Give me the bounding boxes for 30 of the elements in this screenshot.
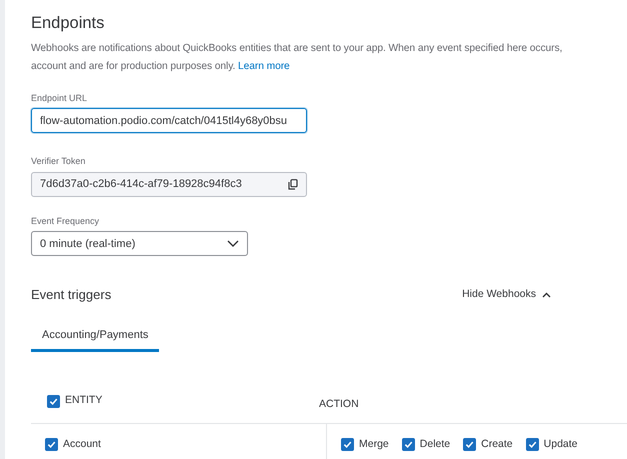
checkbox[interactable] — [526, 438, 539, 451]
copy-icon[interactable] — [288, 178, 298, 190]
frequency-dropdown[interactable]: 0 minute (real-time) — [31, 231, 248, 256]
page-title: Endpoints — [31, 14, 106, 34]
section-title: Event triggers — [31, 286, 112, 304]
checkbox[interactable] — [402, 438, 415, 451]
column-header: ACTION — [319, 397, 359, 412]
field-label: Endpoint URL — [31, 92, 88, 105]
column-header: ENTITY — [65, 393, 102, 408]
tab[interactable]: Accounting/Payments — [31, 326, 160, 352]
action-label: Update — [544, 436, 578, 452]
description-text: account and are for production purposes only. Learn more — [31, 60, 291, 74]
action-label: Merge — [359, 436, 389, 452]
checkbox[interactable] — [47, 394, 60, 408]
hide-webhooks-button[interactable]: Hide Webhooks — [462, 287, 551, 303]
chevron-down-icon — [227, 240, 239, 248]
field-label: Event Frequency — [31, 214, 100, 228]
action-label: Create — [481, 436, 513, 452]
entity-label: Account — [63, 437, 101, 452]
token-value: 7d6d37a0-c2b6-414c-af79-18928c94f8c3 — [40, 177, 242, 192]
description-text: Webhooks are notifications about QuickBooks entities that are sent to your app. When any event specified here occurs, — [31, 42, 564, 56]
checkbox[interactable] — [341, 438, 354, 451]
url-field[interactable]: flow-automation.podio.com/catch/0415tl4y68y0bsu — [31, 108, 307, 134]
checkbox[interactable] — [463, 438, 476, 451]
checkbox[interactable] — [45, 438, 58, 452]
token-field[interactable]: 7d6d37a0-c2b6-414c-af79-18928c94f8c3 — [31, 172, 307, 197]
action-label: Delete — [420, 436, 450, 452]
chevron-up-icon — [542, 292, 551, 298]
learn-more-link[interactable]: Learn more — [238, 60, 290, 72]
field-label: Verifier Token — [31, 155, 86, 168]
